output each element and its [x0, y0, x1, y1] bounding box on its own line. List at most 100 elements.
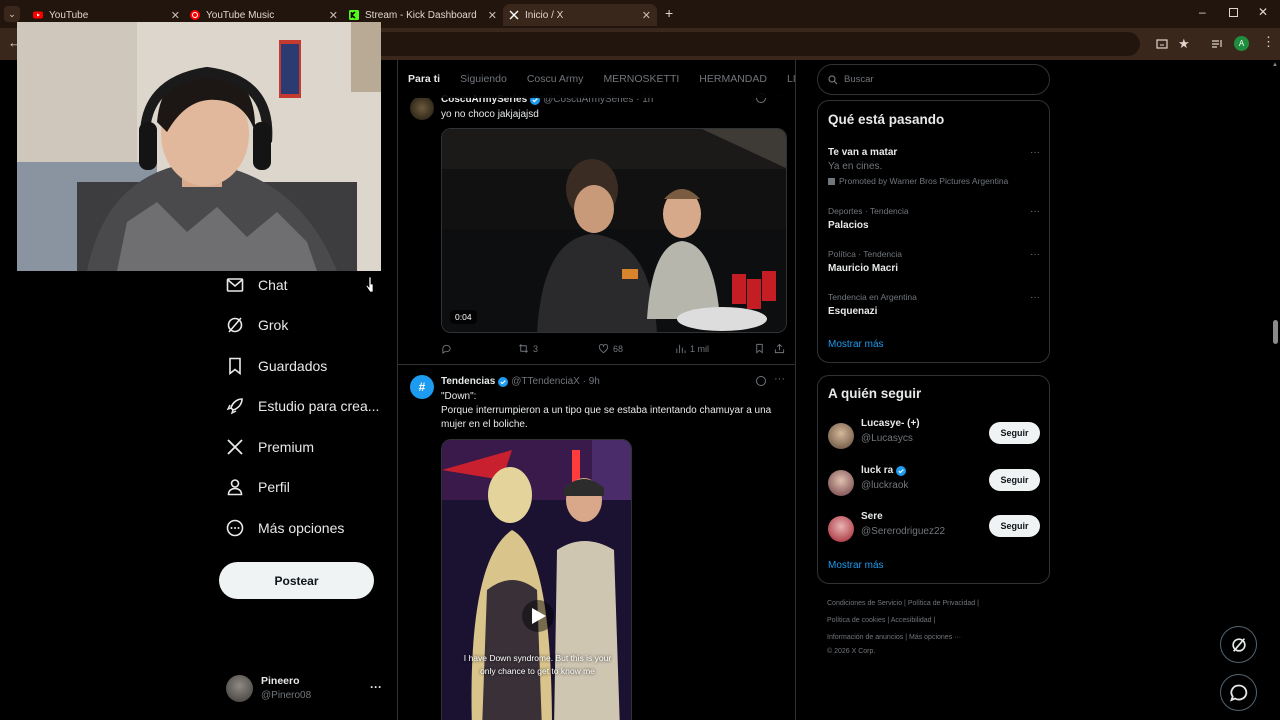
scrollbar[interactable]: ▲ — [1270, 60, 1280, 720]
more-icon[interactable]: ··· — [1030, 147, 1040, 158]
more-icon[interactable]: ··· — [774, 373, 785, 385]
tweet-video[interactable]: I have Down syndrome. But this is your o… — [441, 439, 632, 720]
follow-show-more[interactable]: Mostrar más — [828, 560, 884, 571]
tab-liebi[interactable]: LIEBI — [777, 60, 795, 98]
footer-link[interactable]: Condiciones de Servicio — [827, 600, 902, 607]
bookmark-icon — [229, 357, 241, 376]
like-button[interactable]: 68 — [598, 343, 623, 354]
timeline: CoscuArmySeries @CoscuArmySeries · 1h ··… — [397, 60, 796, 720]
tweet-author[interactable]: Tendencias — [441, 376, 495, 387]
follow-suggestion[interactable]: luck ra @luckraok Seguir — [828, 465, 1040, 505]
close-icon[interactable]: ✕ — [329, 9, 338, 22]
divider — [398, 364, 795, 365]
nav-item-chat[interactable]: Chat — [225, 273, 288, 297]
footer-separator: | — [975, 600, 979, 607]
account-switcher[interactable]: Pineero @Pinero08 ··· — [226, 672, 396, 708]
footer-link[interactable]: Política de cookies — [827, 617, 885, 624]
tab-hermandad[interactable]: HERMANDAD — [689, 60, 767, 98]
tweet-text-line: "Down": — [441, 391, 477, 402]
grok-icon — [227, 317, 243, 333]
share-button[interactable] — [774, 343, 789, 354]
trend-item[interactable]: Te van a matar Ya en cines. Promoted by … — [828, 147, 1040, 186]
footer-link[interactable]: Información de anuncios — [827, 634, 903, 641]
minimize-button[interactable]: – — [1199, 5, 1206, 19]
browser-menu-icon[interactable]: ⋮ — [1262, 34, 1275, 50]
post-button[interactable]: Postear — [219, 562, 374, 599]
tweet[interactable]: # Tendencias @TTendenciaX · 9h ··· "Down… — [398, 372, 795, 720]
footer-link[interactable]: Política de Privacidad — [908, 600, 975, 607]
bookmark-button[interactable] — [754, 343, 769, 354]
browser-tab-x[interactable]: Inicio / X ✕ — [503, 4, 657, 26]
follow-button[interactable]: Seguir — [989, 469, 1040, 491]
footer-link[interactable]: Accesibilidad — [891, 617, 932, 624]
trends-show-more[interactable]: Mostrar más — [828, 339, 884, 350]
person-icon — [227, 479, 243, 496]
trend-item[interactable]: Tendencia en Argentina Esquenazi ··· — [828, 292, 1040, 317]
tab-siguiendo[interactable]: Siguiendo — [450, 60, 507, 98]
more-icon[interactable]: ··· — [1030, 249, 1040, 260]
avatar[interactable]: A — [1234, 36, 1249, 51]
more-circle-icon — [226, 519, 244, 537]
close-icon[interactable]: ✕ — [171, 9, 180, 22]
nav-item-premium[interactable]: Premium — [225, 435, 314, 459]
search-icon — [828, 74, 838, 84]
more-icon[interactable]: ··· — [1030, 292, 1040, 303]
nav-item-studio[interactable]: Estudio para crea... — [225, 394, 379, 418]
tab-coscu-army[interactable]: Coscu Army — [517, 60, 584, 98]
search-input[interactable]: Buscar — [817, 64, 1050, 95]
tab-title: YouTube Music — [206, 9, 275, 21]
address-bar[interactable] — [300, 32, 1140, 56]
tweet-video[interactable]: 0:04 — [441, 128, 787, 333]
nav-label: Estudio para crea... — [258, 398, 380, 414]
promoted-label: Promoted by Warner Bros Pictures Argenti… — [839, 176, 1009, 186]
trend-context: Tendencia en Argentina — [828, 292, 917, 302]
follow-button[interactable]: Seguir — [989, 422, 1040, 444]
star-icon[interactable]: ★ — [1178, 36, 1190, 52]
restore-button[interactable] — [1229, 8, 1238, 17]
grok-icon — [1231, 637, 1246, 652]
nav-item-perfil[interactable]: Perfil — [225, 475, 290, 499]
chat-floating-button[interactable] — [1220, 674, 1257, 711]
tab-list-dropdown-icon[interactable]: ⌄ — [4, 6, 20, 22]
tweet[interactable]: CoscuArmySeries @CoscuArmySeries · 1h ··… — [398, 90, 795, 365]
youtube-icon — [33, 11, 43, 19]
avatar — [828, 516, 854, 542]
scrollbar-thumb[interactable] — [1273, 320, 1278, 344]
tweet-header: Tendencias @TTendenciaX · 9h — [441, 376, 600, 387]
grok-icon[interactable] — [756, 376, 766, 386]
footer-link[interactable]: Más opciones ··· — [909, 634, 961, 641]
close-icon[interactable]: ✕ — [488, 9, 497, 22]
follow-button[interactable]: Seguir — [989, 515, 1040, 537]
nav-item-grok[interactable]: Grok — [225, 313, 288, 337]
follow-handle: @Lucasycs — [861, 433, 913, 444]
scroll-up-icon[interactable]: ▲ — [1272, 62, 1278, 68]
follow-handle: @luckraok — [861, 480, 909, 491]
account-more-icon[interactable]: ··· — [370, 680, 382, 694]
more-icon[interactable]: ··· — [1030, 206, 1040, 217]
views-button[interactable]: 1 mil — [675, 343, 709, 354]
nav-item-more-options[interactable]: Más opciones — [225, 516, 344, 540]
new-tab-button[interactable]: + — [665, 5, 673, 21]
tab-mernosketti[interactable]: MERNOSKETTI — [593, 60, 679, 98]
mail-icon — [226, 278, 244, 292]
tweet-handle[interactable]: @TTendenciaX · 9h — [511, 376, 600, 387]
nav-item-guardados[interactable]: Guardados — [225, 354, 327, 378]
media-control-icon[interactable] — [1211, 38, 1223, 50]
cast-icon[interactable] — [1156, 38, 1168, 50]
close-icon[interactable]: ✕ — [642, 9, 651, 22]
x-logo-icon — [227, 439, 243, 455]
grok-floating-button[interactable] — [1220, 626, 1257, 663]
reply-button[interactable] — [441, 343, 456, 354]
views-icon — [676, 344, 686, 354]
trend-name: Esquenazi — [828, 306, 878, 317]
follow-name: Sere — [861, 511, 883, 522]
follow-suggestion[interactable]: Sere @Sererodriguez22 Seguir — [828, 511, 1040, 551]
trend-item[interactable]: Deportes · Tendencia Palacios ··· — [828, 206, 1040, 231]
close-window-button[interactable]: ✕ — [1258, 5, 1268, 19]
nav-label: Guardados — [258, 358, 328, 374]
retweet-button[interactable]: 3 — [518, 343, 538, 354]
follow-suggestion[interactable]: Lucasye- (+) @Lucasycs Seguir — [828, 418, 1040, 458]
trend-item[interactable]: Política · Tendencia Mauricio Macri ··· — [828, 249, 1040, 274]
like-count: 68 — [613, 343, 624, 354]
tab-para-ti[interactable]: Para ti — [398, 60, 440, 98]
